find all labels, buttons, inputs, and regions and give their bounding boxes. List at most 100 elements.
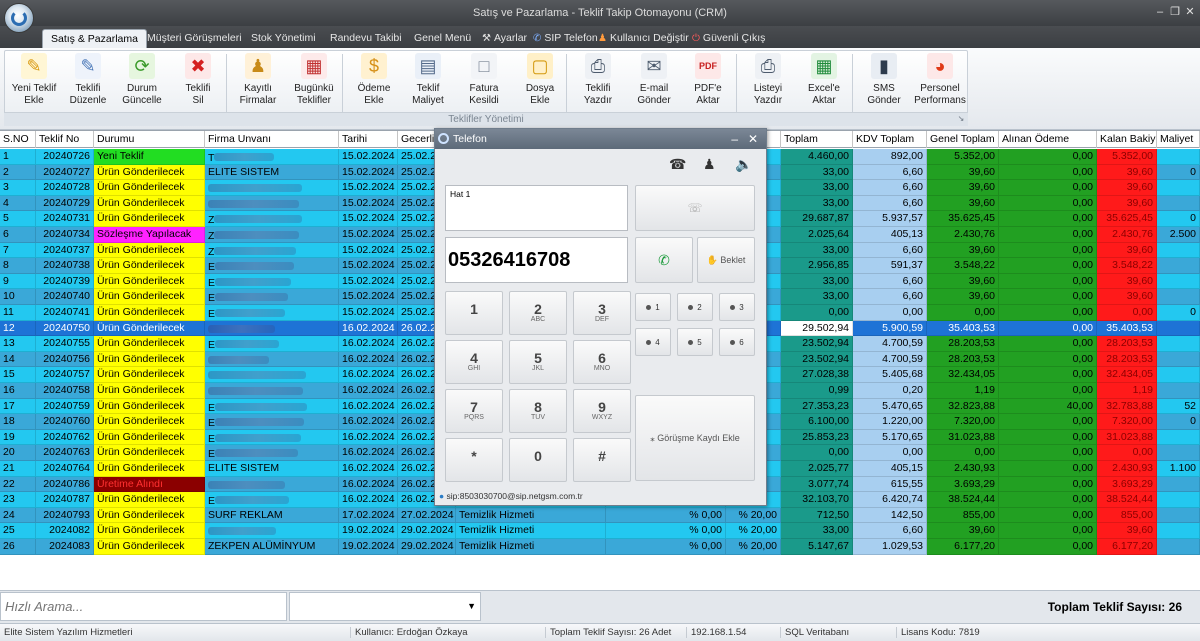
table-row[interactable]: 25 2024082 Ürün Gönderilecek 19.02.2024 29.0… <box>0 523 1200 539</box>
close-icon[interactable]: ✕ <box>1183 5 1197 19</box>
table-cell: 0 <box>1157 305 1200 321</box>
table-cell: 27.02.2024 <box>398 507 456 524</box>
ribbon-button-8[interactable]: □ Fatura Kesildi <box>456 52 512 107</box>
ribbon-button-10[interactable]: ⎙ Teklifi Yazdır <box>570 52 626 107</box>
filter-dropdown[interactable]: ▼ <box>289 592 481 621</box>
table-cell: Z <box>205 211 339 227</box>
ribbon-button-12[interactable]: PDF PDF'e Aktar <box>680 52 736 107</box>
tab-stok-yonetimi[interactable]: Stok Yönetimi <box>243 29 324 48</box>
close-icon[interactable]: ✕ <box>748 129 758 149</box>
line-button-5[interactable]: 5 <box>677 328 713 356</box>
key-4[interactable]: 4 GHI <box>445 340 503 384</box>
line-number: 6 <box>739 338 744 347</box>
key-2[interactable]: 2 ABC <box>509 291 567 335</box>
ribbon-button-16[interactable]: ◕ Personel Performans <box>912 52 968 107</box>
table-cell: 18 <box>0 414 36 430</box>
table-cell <box>1157 523 1200 539</box>
column-header[interactable]: Tarihi <box>339 131 398 148</box>
column-header[interactable]: Durumu <box>94 131 205 148</box>
ribbon-button-3[interactable]: ✖ Teklifi Sil <box>170 52 226 107</box>
save-call-record-button[interactable]: ⁎ Görüşme Kaydı Ekle <box>635 395 755 481</box>
table-cell: E <box>205 258 339 274</box>
line-button-1[interactable]: 1 <box>635 293 671 321</box>
table-cell: 142,50 <box>853 507 927 524</box>
table-cell: 20240787 <box>36 492 94 508</box>
table-row[interactable]: 24 20240793 Ürün Gönderilecek SURF REKLAM 17… <box>0 507 1200 524</box>
key-3[interactable]: 3 DEF <box>573 291 631 335</box>
logout-button[interactable]: ⏻ Güvenli Çıkış <box>684 29 773 48</box>
key-0[interactable]: 0 <box>509 438 567 482</box>
table-cell: 20240738 <box>36 258 94 274</box>
table-cell: 26 <box>0 539 36 555</box>
quick-search-input[interactable] <box>0 592 287 621</box>
tab-musteri-gorusmeleri[interactable]: Müşteri Görüşmeleri <box>139 29 250 48</box>
restore-icon[interactable]: ❐ <box>1168 5 1182 19</box>
key-7[interactable]: 7 PQRS <box>445 389 503 433</box>
app-logo[interactable] <box>4 3 34 33</box>
bottom-bar: ▼ Toplam Teklif Sayısı: 26 <box>0 590 1200 623</box>
key-8[interactable]: 8 TUV <box>509 389 567 433</box>
line-number: 4 <box>655 338 660 347</box>
ribbon-button-2[interactable]: ⟳ Durum Güncelle <box>114 52 170 107</box>
call-button[interactable]: ✆ <box>635 237 693 283</box>
line-button-4[interactable]: 4 <box>635 328 671 356</box>
column-header[interactable]: Teklif No <box>36 131 94 148</box>
ribbon-button-5[interactable]: ▦ Bugünkü Teklifler <box>286 52 342 107</box>
column-header[interactable]: Kalan Bakiye <box>1097 131 1157 148</box>
key-hash[interactable]: # <box>573 438 631 482</box>
telephone-icon[interactable]: ☎ <box>669 156 686 173</box>
key-1[interactable]: 1 <box>445 291 503 335</box>
call-icon: ✆ <box>658 252 670 268</box>
column-header[interactable]: S.NO <box>0 131 36 148</box>
line-button-6[interactable]: 6 <box>719 328 755 356</box>
column-header[interactable]: Genel Toplam <box>927 131 999 148</box>
ribbon-separator <box>566 54 567 116</box>
ribbon-button-1[interactable]: ✎ Teklifi Düzenle <box>60 52 116 107</box>
key-9[interactable]: 9 WXYZ <box>573 389 631 433</box>
ribbon-button-13[interactable]: ⎙ Listeyi Yazdır <box>740 52 796 107</box>
table-cell: 0,00 <box>1097 445 1157 461</box>
switch-user-button[interactable]: ♟ Kullanıcı Değiştir <box>590 29 697 48</box>
ribbon-button-0[interactable]: ✎ Yeni Teklif Ekle <box>6 52 62 107</box>
table-cell: Ürün Gönderilecek <box>94 273 205 290</box>
dial-number-display[interactable]: 05326416708 <box>445 237 628 283</box>
line-button-2[interactable]: 2 <box>677 293 713 321</box>
excel-icon: ▦ <box>811 53 837 79</box>
folder-icon: ▢ <box>527 53 553 79</box>
ribbon-button-7[interactable]: ▤ Teklif Maliyet <box>400 52 456 107</box>
table-cell <box>1157 195 1200 212</box>
table-cell <box>1157 336 1200 352</box>
column-header[interactable]: Firma Unvanı <box>205 131 339 148</box>
tab-genel-menu[interactable]: Genel Menü <box>406 29 479 48</box>
ribbon-button-14[interactable]: ▦ Excel'e Aktar <box>796 52 852 107</box>
ribbon-button-6[interactable]: $ Ödeme Ekle <box>346 52 402 107</box>
tab-randevu-takibi[interactable]: Randevu Takibi <box>322 29 410 48</box>
minimize-icon[interactable]: – <box>731 129 738 149</box>
hangup-button[interactable]: ☏ <box>635 185 755 231</box>
table-cell: 32.103,70 <box>781 492 853 508</box>
line-number: 1 <box>655 303 660 312</box>
ribbon-button-4[interactable]: ♟ Kayıtlı Firmalar <box>230 52 286 107</box>
ribbon-button-9[interactable]: ▢ Dosya Ekle <box>512 52 568 107</box>
ribbon-button-15[interactable]: ▮ SMS Gönder <box>856 52 912 107</box>
ribbon-launcher-icon[interactable]: ↘ <box>956 114 966 124</box>
speaker-icon[interactable]: 🔈 <box>735 156 752 173</box>
column-header[interactable]: Toplam <box>781 131 853 148</box>
key-6[interactable]: 6 MNO <box>573 340 631 384</box>
column-header[interactable]: Alınan Ödeme <box>999 131 1097 148</box>
contacts-icon[interactable]: ♟ <box>703 156 716 173</box>
column-header[interactable]: KDV Toplam <box>853 131 927 148</box>
column-header[interactable]: Maliyet <box>1157 131 1200 148</box>
ribbon-button-11[interactable]: ✉ E-mail Gönder <box>626 52 682 107</box>
line-button-3[interactable]: 3 <box>719 293 755 321</box>
tab-satis-pazarlama[interactable]: Satış & Pazarlama <box>42 29 147 48</box>
table-row[interactable]: 26 2024083 Ürün Gönderilecek ZEKPEN ALÜMİNY… <box>0 539 1200 555</box>
minimize-icon[interactable]: – <box>1153 5 1167 19</box>
pencil-icon: ✎ <box>75 53 101 79</box>
table-cell: 6,60 <box>853 273 927 290</box>
key-star[interactable]: * <box>445 438 503 482</box>
hold-button[interactable]: ✋ Beklet <box>697 237 755 283</box>
phone-dialog[interactable]: Telefon – ✕ ☎ ♟ 🔈 Hat 1 ☏ 05326416708 ✆ … <box>434 128 767 506</box>
key-5[interactable]: 5 JKL <box>509 340 567 384</box>
ribbon-button-label: SMS <box>873 83 895 94</box>
